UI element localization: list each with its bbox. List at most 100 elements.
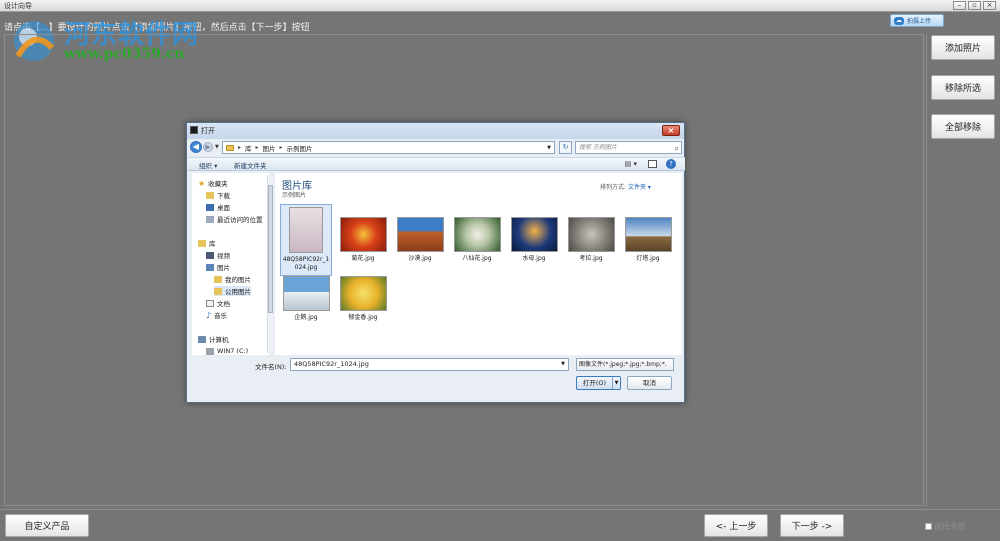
previous-step-button[interactable]: <- 上一步 bbox=[704, 514, 768, 537]
nav-downloads[interactable]: 下载 bbox=[206, 190, 230, 200]
arrange-dropdown[interactable]: 文件夹 ▾ bbox=[628, 184, 651, 191]
file-item[interactable]: 菊花.jpg bbox=[337, 215, 389, 263]
chevron-down-icon[interactable]: ▼ bbox=[547, 145, 554, 151]
file-item[interactable]: 郁金香.jpg bbox=[337, 274, 389, 322]
arrange-by: 排列方式: 文件夹 ▾ bbox=[600, 182, 651, 191]
restore-button[interactable]: ▫ bbox=[968, 1, 981, 10]
nav-label: WIN7 (C:) bbox=[217, 347, 249, 355]
address-row: ◀ ▶ ▼ ▸ 库 ▸ 图片 ▸ 示例图片 ▼ ↻ 搜索 示例图片 ⌕ bbox=[190, 141, 683, 155]
music-note-icon: ♪ bbox=[206, 310, 212, 320]
dialog-toolbar: 组织 ▾ 新建文件夹 ▤ ▾ ? bbox=[188, 157, 685, 171]
dialog-close-button[interactable]: × bbox=[662, 125, 680, 136]
address-bar[interactable]: ▸ 库 ▸ 图片 ▸ 示例图片 ▼ bbox=[222, 141, 555, 154]
open-button-label: 打开(O) bbox=[582, 379, 607, 387]
nav-public-pictures[interactable]: 公用图片 bbox=[214, 286, 251, 296]
app-icon bbox=[190, 126, 198, 134]
file-label: 水母.jpg bbox=[522, 255, 546, 262]
library-icon bbox=[198, 239, 206, 247]
nav-label: 最近访问的位置 bbox=[217, 216, 263, 224]
scrollbar-thumb[interactable] bbox=[268, 185, 273, 313]
breadcrumb-sample-pictures[interactable]: 示例图片 bbox=[287, 143, 313, 153]
organize-button[interactable]: 组织 ▾ bbox=[199, 160, 217, 170]
chevron-right-icon: ▸ bbox=[279, 144, 283, 151]
file-label: 考拉.jpg bbox=[579, 255, 603, 262]
file-item[interactable]: 八仙花.jpg bbox=[451, 215, 503, 263]
arrange-label: 排列方式: bbox=[600, 184, 627, 191]
remove-selected-button[interactable]: 移除所选 bbox=[931, 75, 995, 100]
history-dropdown-icon[interactable]: ▼ bbox=[215, 144, 219, 150]
file-label: 企鹅.jpg bbox=[294, 314, 318, 321]
chevron-right-icon: ▸ bbox=[255, 144, 259, 151]
nav-pictures[interactable]: 图片 bbox=[206, 262, 230, 272]
upload-button-label: 拍摄上传 bbox=[907, 18, 932, 25]
custom-product-button[interactable]: 自定义产品 bbox=[5, 514, 89, 537]
cancel-button[interactable]: 取消 bbox=[627, 376, 672, 390]
nav-desktop[interactable]: 桌面 bbox=[206, 202, 230, 212]
help-icon[interactable]: ? bbox=[666, 159, 676, 169]
document-icon bbox=[206, 299, 214, 307]
nav-label: 计算机 bbox=[209, 336, 229, 344]
checkbox-box[interactable] bbox=[925, 523, 932, 530]
chevron-down-icon[interactable]: ▼ bbox=[561, 359, 565, 370]
forward-arrow-icon[interactable]: ▶ bbox=[203, 142, 213, 152]
nav-label: 收藏夹 bbox=[208, 180, 228, 188]
open-button[interactable]: 打开(O) ▼ bbox=[576, 376, 621, 390]
breadcrumb-library[interactable]: 库 bbox=[245, 143, 252, 153]
nav-drive-c[interactable]: WIN7 (C:) bbox=[206, 346, 248, 356]
nav-libraries[interactable]: 库 bbox=[198, 238, 216, 248]
upload-button[interactable]: ☁ 拍摄上传 bbox=[890, 14, 944, 27]
video-icon bbox=[206, 251, 214, 259]
select-all-label: 选择全部 bbox=[934, 522, 966, 531]
file-item[interactable]: 48Q58PIC92r_1024.jpg bbox=[280, 204, 332, 276]
file-item[interactable]: 企鹅.jpg bbox=[280, 274, 332, 322]
file-item[interactable]: 考拉.jpg bbox=[565, 215, 617, 263]
filename-label: 文件名(N): bbox=[255, 363, 287, 371]
filetype-select[interactable]: 图像文件(*.jpeg;*.jpg;*.bmp;*. bbox=[576, 358, 674, 371]
portrait-thumbnail bbox=[289, 207, 323, 253]
file-label: 灯塔.jpg bbox=[636, 255, 660, 262]
nav-favorites[interactable]: ★ 收藏夹 bbox=[198, 178, 228, 189]
dialog-title: 打开 bbox=[201, 127, 215, 135]
select-all-checkbox[interactable]: 选择全部 bbox=[925, 521, 966, 532]
file-item[interactable]: 沙漠.jpg bbox=[394, 215, 446, 263]
nav-label: 公用图片 bbox=[225, 288, 251, 296]
navigation-pane: ★ 收藏夹 下载 桌面 最近访问的位置 库 视频 图片 我的图片 公用图片 文档… bbox=[192, 173, 273, 356]
folder-icon bbox=[214, 287, 222, 295]
desktop-icon bbox=[206, 203, 214, 211]
folder-icon bbox=[226, 144, 234, 151]
close-button[interactable]: × bbox=[983, 1, 996, 10]
window-controls: – ▫ × bbox=[953, 1, 996, 10]
back-arrow-icon[interactable]: ◀ bbox=[190, 141, 202, 153]
nav-scrollbar[interactable] bbox=[267, 175, 273, 353]
nav-computer[interactable]: 计算机 bbox=[198, 334, 229, 344]
nav-videos[interactable]: 视频 bbox=[206, 250, 230, 260]
nav-my-pictures[interactable]: 我的图片 bbox=[214, 274, 251, 284]
search-input[interactable]: 搜索 示例图片 ⌕ bbox=[575, 141, 682, 154]
file-item[interactable]: 水母.jpg bbox=[508, 215, 560, 263]
refresh-icon[interactable]: ↻ bbox=[559, 141, 572, 154]
add-photo-button[interactable]: 添加照片 bbox=[931, 35, 995, 60]
nav-documents[interactable]: 文档 bbox=[206, 298, 230, 308]
nav-label: 我的图片 bbox=[225, 276, 251, 284]
next-step-button[interactable]: 下一步 -> bbox=[780, 514, 844, 537]
nav-recent[interactable]: 最近访问的位置 bbox=[206, 214, 263, 224]
chevron-right-icon: ▸ bbox=[238, 144, 242, 151]
new-folder-button[interactable]: 新建文件夹 bbox=[234, 160, 267, 170]
open-file-dialog: 打开 × ◀ ▶ ▼ ▸ 库 ▸ 图片 ▸ 示例图片 ▼ ↻ 搜索 示例图片 ⌕… bbox=[186, 122, 685, 403]
chrysanthemum-thumbnail bbox=[339, 217, 387, 252]
breadcrumb-pictures[interactable]: 图片 bbox=[263, 143, 276, 153]
search-icon: ⌕ bbox=[674, 144, 679, 153]
search-placeholder: 搜索 示例图片 bbox=[579, 144, 617, 151]
file-list-pane: 图片库 示例图片 排列方式: 文件夹 ▾ 48Q58PIC92r_1024.jp… bbox=[275, 173, 682, 355]
nav-label: 下载 bbox=[217, 192, 230, 200]
nav-music[interactable]: ♪ 音乐 bbox=[206, 310, 227, 321]
filename-input[interactable]: 48Q58PIC92r_1024.jpg ▼ bbox=[290, 358, 569, 371]
view-options-icon[interactable]: ▤ ▾ bbox=[625, 160, 637, 168]
preview-pane-icon[interactable] bbox=[648, 160, 657, 168]
chevron-down-icon[interactable]: ▼ bbox=[612, 377, 620, 389]
minimize-button[interactable]: – bbox=[953, 1, 966, 10]
desert-thumbnail bbox=[396, 217, 444, 252]
remove-all-button[interactable]: 全部移除 bbox=[931, 114, 995, 139]
file-item[interactable]: 灯塔.jpg bbox=[622, 215, 674, 263]
nav-label: 视频 bbox=[217, 252, 230, 260]
